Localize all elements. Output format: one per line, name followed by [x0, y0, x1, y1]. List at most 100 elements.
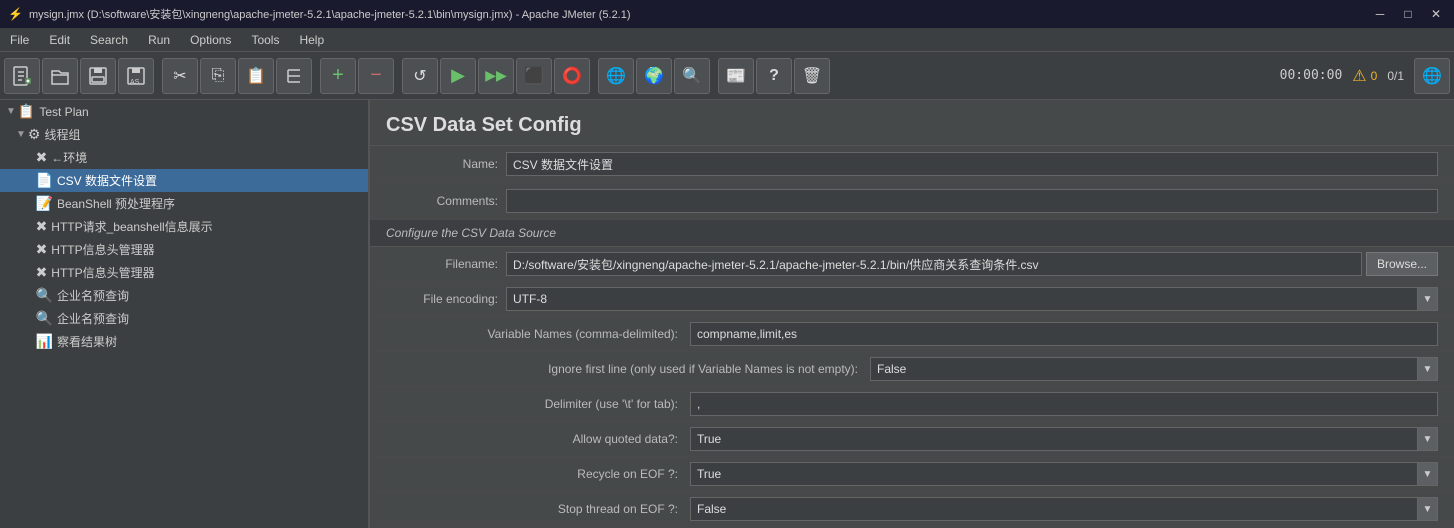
- beanshell-icon: 📝: [36, 195, 53, 212]
- stop-thread-eof-arrow-icon[interactable]: ▼: [1417, 498, 1437, 520]
- tree-item-http-request[interactable]: ✖ HTTP请求_beanshell信息展示: [0, 215, 368, 238]
- add-button[interactable]: +: [320, 58, 356, 94]
- http-request-icon: ✖: [36, 218, 48, 235]
- test-plan-icon: 📋: [18, 103, 35, 120]
- expand-icon-http-hdr2: [28, 267, 34, 278]
- menu-bar: File Edit Search Run Options Tools Help: [0, 28, 1454, 52]
- tree-label-csv-config: CSV 数据文件设置: [57, 172, 157, 189]
- tree-item-csv-config[interactable]: 📄 CSV 数据文件设置: [0, 169, 368, 192]
- menu-file[interactable]: File: [0, 28, 39, 51]
- menu-options[interactable]: Options: [180, 28, 241, 51]
- menu-run[interactable]: Run: [138, 28, 180, 51]
- ignore-first-line-value: False: [871, 362, 1417, 376]
- tree-item-beanshell[interactable]: 📝 BeanShell 预处理程序: [0, 192, 368, 215]
- expand-icon-query1: [28, 290, 34, 301]
- recycle-eof-value: True: [691, 467, 1417, 481]
- allow-quoted-arrow-icon[interactable]: ▼: [1417, 428, 1437, 450]
- warning-count: 0: [1371, 69, 1378, 83]
- stop-thread-eof-row: Stop thread on EOF ?: False ▼: [370, 492, 1454, 527]
- window-controls: ─ □ ✕: [1370, 4, 1446, 24]
- filename-row: Filename: D:/software/安装包/xingneng/apach…: [370, 247, 1454, 282]
- http-header1-icon: ✖: [36, 241, 48, 258]
- recycle-eof-dropdown[interactable]: True ▼: [690, 462, 1438, 486]
- ignore-first-line-arrow-icon[interactable]: ▼: [1417, 358, 1437, 380]
- file-encoding-arrow-icon[interactable]: ▼: [1417, 288, 1437, 310]
- stop-thread-eof-dropdown[interactable]: False ▼: [690, 497, 1438, 521]
- recycle-eof-arrow-icon[interactable]: ▼: [1417, 463, 1437, 485]
- section-header: Configure the CSV Data Source: [370, 220, 1454, 247]
- tree-item-query2[interactable]: 🔍 企业名预查询: [0, 307, 368, 330]
- shutdown-button[interactable]: ⭕: [554, 58, 590, 94]
- ignore-first-line-dropdown[interactable]: False ▼: [870, 357, 1438, 381]
- delimiter-input[interactable]: [690, 392, 1438, 416]
- tree-item-env[interactable]: ✖ ←环境: [0, 146, 368, 169]
- tree-item-thread-group[interactable]: ▼ ⚙ 线程组: [0, 123, 368, 146]
- tree-item-test-plan[interactable]: ▼ 📋 Test Plan: [0, 100, 368, 123]
- menu-tools[interactable]: Tools: [241, 28, 289, 51]
- log-button[interactable]: 📰: [718, 58, 754, 94]
- open-button[interactable]: [42, 58, 78, 94]
- expand-button[interactable]: [276, 58, 312, 94]
- file-encoding-dropdown[interactable]: UTF-8 ▼: [506, 287, 1438, 311]
- tree-item-http-header2[interactable]: ✖ HTTP信息头管理器: [0, 261, 368, 284]
- expand-icon-http-req: [28, 221, 34, 232]
- filename-label: Filename:: [386, 257, 506, 271]
- minimize-button[interactable]: ─: [1370, 4, 1390, 24]
- tree-label-thread-group: 线程组: [44, 126, 80, 143]
- save-button[interactable]: [80, 58, 116, 94]
- maximize-button[interactable]: □: [1398, 4, 1418, 24]
- copy-button[interactable]: ⎘: [200, 58, 236, 94]
- tree-label-env: ←环境: [51, 149, 87, 166]
- remote-start-all-button[interactable]: 🌍: [636, 58, 672, 94]
- paste-button[interactable]: 📋: [238, 58, 274, 94]
- expand-icon-beanshell: [28, 198, 34, 209]
- new-button[interactable]: [4, 58, 40, 94]
- remote-start-button[interactable]: 🌐: [598, 58, 634, 94]
- menu-search[interactable]: Search: [80, 28, 138, 51]
- comments-input[interactable]: [506, 189, 1438, 213]
- http-header2-icon: ✖: [36, 264, 48, 281]
- delimiter-row: Delimiter (use '\t' for tab):: [370, 387, 1454, 422]
- tree-item-http-header1[interactable]: ✖ HTTP信息头管理器: [0, 238, 368, 261]
- save-as-button[interactable]: AS: [118, 58, 154, 94]
- remote-stop-button[interactable]: 🔍: [674, 58, 710, 94]
- expand-icon-thread-group: ▼: [16, 129, 26, 140]
- tree-item-query1[interactable]: 🔍 企业名预查询: [0, 284, 368, 307]
- tree-label-query2: 企业名预查询: [57, 310, 129, 327]
- file-encoding-value: UTF-8: [507, 292, 1417, 306]
- start-no-pause-button[interactable]: ▶▶: [478, 58, 514, 94]
- close-button[interactable]: ✕: [1426, 4, 1446, 24]
- tree-label-query1: 企业名预查询: [57, 287, 129, 304]
- reset-button[interactable]: ↺: [402, 58, 438, 94]
- stop-thread-eof-label: Stop thread on EOF ?:: [386, 502, 686, 516]
- menu-edit[interactable]: Edit: [39, 28, 80, 51]
- remove-button[interactable]: −: [358, 58, 394, 94]
- window-title: mysign.jmx (D:\software\安装包\xingneng\apa…: [29, 6, 1370, 22]
- panel-title: CSV Data Set Config: [370, 100, 1454, 146]
- filename-value: D:/software/安装包/xingneng/apache-jmeter-5…: [506, 252, 1362, 276]
- tree-item-result-tree[interactable]: 📊 察看结果树: [0, 330, 368, 353]
- help-button[interactable]: ?: [756, 58, 792, 94]
- csv-config-icon: 📄: [36, 172, 53, 189]
- stop-thread-eof-value: False: [691, 502, 1417, 516]
- filename-field-group: D:/software/安装包/xingneng/apache-jmeter-5…: [506, 252, 1438, 276]
- clear-button[interactable]: 🗑: [794, 58, 830, 94]
- browse-button[interactable]: Browse...: [1366, 252, 1438, 276]
- globe-button[interactable]: 🌐: [1414, 58, 1450, 94]
- start-button[interactable]: ▶: [440, 58, 476, 94]
- main-area: ▼ 📋 Test Plan ▼ ⚙ 线程组 ✖ ←环境 📄 CSV 数据文件设置…: [0, 100, 1454, 528]
- tree-label-test-plan: Test Plan: [39, 105, 88, 119]
- name-label: Name:: [386, 157, 506, 171]
- variable-names-input[interactable]: [690, 322, 1438, 346]
- ignore-first-line-label: Ignore first line (only used if Variable…: [386, 362, 866, 376]
- env-icon: ✖: [36, 149, 48, 166]
- cut-button[interactable]: ✂: [162, 58, 198, 94]
- tree-label-http-request: HTTP请求_beanshell信息展示: [51, 218, 212, 235]
- menu-help[interactable]: Help: [289, 28, 334, 51]
- comments-label: Comments:: [386, 194, 506, 208]
- stop-button[interactable]: ⬛: [516, 58, 552, 94]
- allow-quoted-dropdown[interactable]: True ▼: [690, 427, 1438, 451]
- query2-icon: 🔍: [36, 310, 53, 327]
- name-input[interactable]: [506, 152, 1438, 176]
- warning-icon: ⚠: [1352, 66, 1366, 86]
